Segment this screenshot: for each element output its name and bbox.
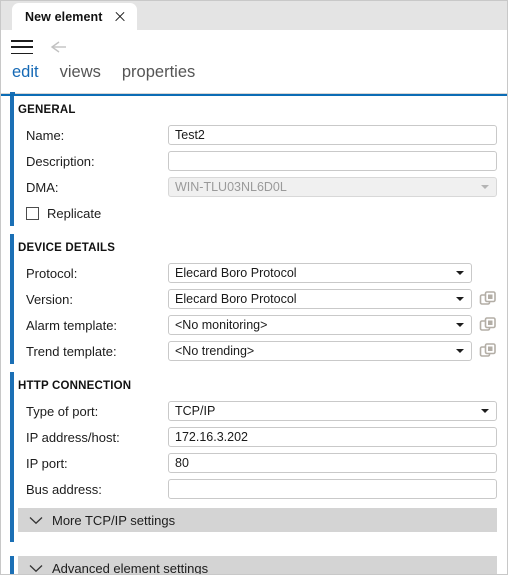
tab-new-element[interactable]: New element: [12, 3, 137, 30]
chevron-down-icon: [481, 409, 489, 413]
section-device-details: DEVICE DETAILS Protocol: Elecard Boro Pr…: [1, 234, 507, 364]
alarm-template-value: <No monitoring>: [175, 318, 268, 332]
chevron-down-icon: [456, 271, 464, 275]
trend-template-dropdown[interactable]: <No trending>: [168, 341, 472, 361]
section-accent-bar: [10, 372, 14, 542]
tab-views[interactable]: views: [60, 64, 101, 81]
section-accent-bar: [10, 234, 14, 364]
chevron-down-icon: [29, 516, 43, 525]
chevron-down-icon: [29, 564, 43, 573]
row-dma: DMA: WIN-TLU03NL6D0L: [18, 174, 507, 200]
label-trend-template: Trend template:: [26, 343, 117, 359]
chevron-down-icon: [456, 323, 464, 327]
section-title-http-connection: HTTP CONNECTION: [18, 380, 132, 392]
row-description: Description:: [18, 148, 507, 174]
spacer-no-icon: [479, 264, 497, 282]
chevron-down-icon: [456, 297, 464, 301]
advanced-element-settings-toggle[interactable]: Advanced element settings: [18, 556, 497, 575]
description-input[interactable]: [168, 151, 497, 171]
tab-strip: New element: [1, 1, 507, 30]
type-of-port-value: TCP/IP: [175, 404, 216, 418]
label-description: Description:: [26, 153, 95, 169]
trend-template-value: <No trending>: [175, 344, 255, 358]
chevron-down-icon: [456, 349, 464, 353]
ip-address-input[interactable]: 172.16.3.202: [168, 427, 497, 447]
section-accent-bar: [10, 556, 14, 574]
section-title-device-details: DEVICE DETAILS: [18, 242, 116, 254]
section-http-connection: HTTP CONNECTION Type of port: TCP/IP IP …: [1, 372, 507, 542]
label-dma: DMA:: [26, 179, 59, 195]
label-bus-address: Bus address:: [26, 481, 102, 497]
row-version: Version: Elecard Boro Protocol: [18, 286, 507, 312]
protocol-value: Elecard Boro Protocol: [175, 266, 297, 280]
name-input[interactable]: Test2: [168, 125, 497, 145]
version-value: Elecard Boro Protocol: [175, 292, 297, 306]
duplicate-window-icon[interactable]: [479, 342, 497, 360]
label-replicate: Replicate: [47, 205, 102, 221]
label-protocol: Protocol:: [26, 265, 78, 281]
section-advanced: Advanced element settings: [1, 556, 507, 575]
label-ip-port: IP port:: [26, 455, 68, 471]
dma-dropdown: WIN-TLU03NL6D0L: [168, 177, 497, 197]
label-version: Version:: [26, 291, 73, 307]
new-element-window: New element edit views properties GENERA…: [0, 0, 508, 575]
advanced-element-settings-label: Advanced element settings: [52, 560, 209, 575]
back-arrow-icon[interactable]: [47, 37, 69, 57]
tab-properties[interactable]: properties: [122, 64, 195, 81]
command-bar: [1, 30, 507, 64]
section-title-general: GENERAL: [18, 104, 76, 116]
more-tcpip-settings-toggle[interactable]: More TCP/IP settings: [18, 508, 497, 532]
hamburger-menu-icon[interactable]: [11, 39, 33, 55]
alarm-template-dropdown[interactable]: <No monitoring>: [168, 315, 472, 335]
label-type-of-port: Type of port:: [26, 403, 99, 419]
duplicate-window-icon[interactable]: [479, 290, 497, 308]
protocol-dropdown[interactable]: Elecard Boro Protocol: [168, 263, 472, 283]
section-general: GENERAL Name: Test2 Description: DMA: WI…: [1, 96, 507, 226]
ip-port-input[interactable]: 80: [168, 453, 497, 473]
row-ip-address: IP address/host: 172.16.3.202: [18, 424, 507, 450]
row-ip-port: IP port: 80: [18, 450, 507, 476]
row-bus-address: Bus address:: [18, 476, 507, 502]
duplicate-window-icon[interactable]: [479, 316, 497, 334]
label-name: Name:: [26, 127, 65, 143]
bus-address-input[interactable]: [168, 479, 497, 499]
tab-edit[interactable]: edit: [12, 64, 39, 81]
row-name: Name: Test2: [18, 122, 507, 148]
row-trend-template: Trend template: <No trending>: [18, 338, 507, 364]
section-accent-bar: [10, 96, 14, 226]
version-dropdown[interactable]: Elecard Boro Protocol: [168, 289, 472, 309]
chevron-down-icon: [481, 185, 489, 189]
label-alarm-template: Alarm template:: [26, 317, 118, 333]
element-form-panel: GENERAL Name: Test2 Description: DMA: WI…: [1, 94, 507, 575]
close-icon[interactable]: [113, 10, 127, 24]
tab-title: New element: [25, 9, 103, 24]
replicate-checkbox[interactable]: [26, 206, 39, 220]
row-alarm-template: Alarm template: <No monitoring>: [18, 312, 507, 338]
label-ip-address: IP address/host:: [26, 429, 120, 445]
row-type-of-port: Type of port: TCP/IP: [18, 398, 507, 424]
type-of-port-dropdown[interactable]: TCP/IP: [168, 401, 497, 421]
more-tcpip-settings-label: More TCP/IP settings: [52, 512, 176, 528]
row-protocol: Protocol: Elecard Boro Protocol: [18, 260, 507, 286]
dma-value: WIN-TLU03NL6D0L: [175, 180, 287, 194]
row-replicate: Replicate: [18, 200, 507, 226]
section-tab-bar: edit views properties: [1, 64, 507, 90]
